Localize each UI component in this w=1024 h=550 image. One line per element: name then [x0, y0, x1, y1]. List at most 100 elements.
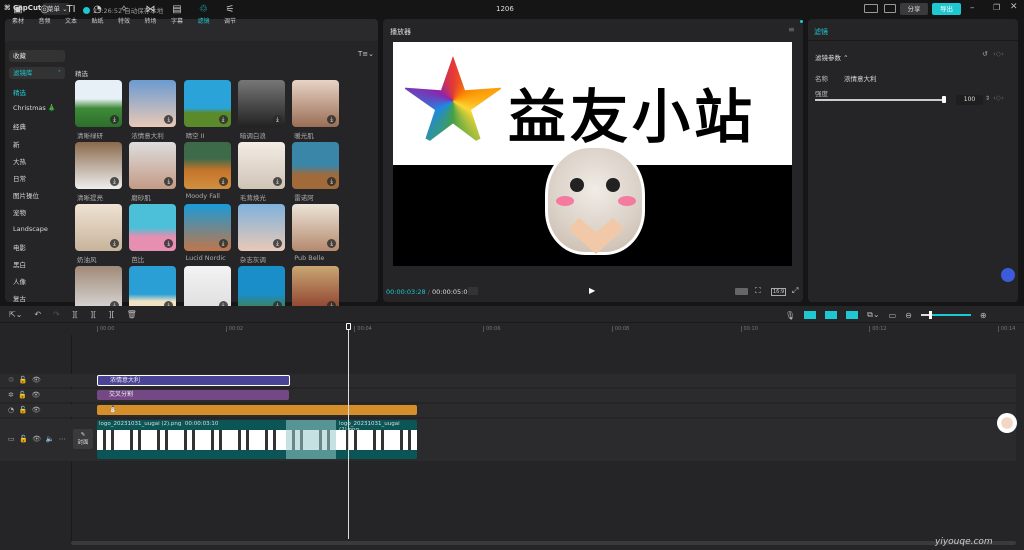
- assistant-icon[interactable]: [1001, 268, 1015, 282]
- main-track-controls[interactable]: ▭ 🔓 👁 🔈 ⋯: [8, 435, 66, 443]
- filter-thumbnail[interactable]: ⤓: [292, 204, 340, 251]
- tab-transition[interactable]: ⋈ 转场: [139, 4, 163, 25]
- download-icon[interactable]: ⤓: [164, 115, 174, 124]
- category-item[interactable]: 宠物: [13, 207, 26, 217]
- keyframe-icon[interactable]: ‹◇›: [993, 50, 1004, 58]
- download-icon[interactable]: ⤓: [272, 177, 282, 186]
- delete-icon[interactable]: 🗑: [127, 310, 137, 319]
- filter-thumbnail[interactable]: ⤓: [237, 204, 285, 251]
- download-icon[interactable]: ⤓: [218, 177, 228, 186]
- tab-text[interactable]: TI 文本: [59, 4, 83, 25]
- filter-thumbnail[interactable]: ⤓: [129, 204, 177, 251]
- category-item[interactable]: Christmas 🎄: [13, 104, 56, 112]
- category-item[interactable]: 图片操位: [13, 190, 39, 200]
- mic-icon[interactable]: 🎙: [785, 311, 795, 320]
- category-item[interactable]: Landscape: [13, 225, 48, 233]
- favorites-button[interactable]: 收藏: [9, 50, 65, 62]
- play-button[interactable]: ▶: [589, 286, 595, 295]
- select-tool-icon[interactable]: ⇱⌄: [9, 310, 22, 319]
- category-item[interactable]: 大热: [13, 156, 26, 166]
- avatar[interactable]: [997, 413, 1017, 433]
- category-item[interactable]: 人像: [13, 276, 26, 286]
- filter-library-toggle[interactable]: 滤镜库 ˄: [9, 67, 65, 79]
- playhead[interactable]: [348, 324, 349, 539]
- shortcut-icon[interactable]: [884, 4, 896, 13]
- download-icon[interactable]: ⤓: [327, 115, 337, 124]
- download-icon[interactable]: ⤓: [272, 239, 282, 248]
- filter-thumbnail[interactable]: ⤓: [129, 142, 177, 189]
- category-item[interactable]: 经典: [13, 121, 26, 131]
- minimize-button[interactable]: –: [970, 3, 975, 13]
- preview-axis-icon[interactable]: ⧉⌄: [867, 310, 879, 320]
- stepper-icon[interactable]: ⇕: [985, 95, 990, 102]
- category-item[interactable]: 电影: [13, 242, 26, 252]
- share-button[interactable]: 分享: [900, 3, 928, 15]
- download-icon[interactable]: ⤓: [164, 177, 174, 186]
- tab-caption[interactable]: ▤ 字幕: [165, 4, 189, 25]
- filter-thumbnail[interactable]: ⤓: [75, 80, 122, 127]
- filter-thumbnail[interactable]: ⤓: [292, 80, 340, 127]
- menu-icon[interactable]: ≡: [788, 25, 795, 34]
- tab-media[interactable]: ▣ 素材: [6, 4, 30, 25]
- zoom-in-icon[interactable]: ⊕: [980, 311, 987, 320]
- category-item[interactable]: 黑白: [13, 259, 26, 269]
- filter-thumbnail[interactable]: ⤓: [183, 142, 231, 189]
- video-clip[interactable]: logo_20231031_uugai (2).png 00:00:03:10 …: [97, 420, 417, 459]
- filter-thumbnail[interactable]: ⤓: [75, 204, 122, 251]
- download-icon[interactable]: ⤓: [327, 239, 337, 248]
- download-icon[interactable]: ⤓: [110, 115, 119, 124]
- transition-marker[interactable]: [286, 420, 336, 459]
- zoom-out-icon[interactable]: ⊖: [905, 311, 912, 320]
- preview-quality-icon[interactable]: [735, 288, 748, 295]
- link-main-track-icon[interactable]: [804, 311, 817, 319]
- tab-adjust[interactable]: ⚟ 调节: [218, 4, 242, 25]
- split-icon[interactable]: ][: [72, 310, 78, 319]
- keyframe-icon[interactable]: ‹◇›: [993, 94, 1004, 102]
- download-icon[interactable]: ⤓: [218, 239, 228, 248]
- download-icon[interactable]: ⤓: [110, 177, 119, 186]
- download-icon[interactable]: ⤓: [327, 177, 337, 186]
- sticker-track-controls[interactable]: ◔ 🔓 👁: [8, 406, 41, 414]
- zoom-slider[interactable]: [920, 311, 971, 319]
- redo-icon[interactable]: ↷: [53, 310, 60, 319]
- filter-params-toggle[interactable]: 滤镜参数 ⌃: [815, 52, 849, 62]
- split-left-icon[interactable]: ][: [90, 310, 96, 319]
- category-item[interactable]: 复古: [13, 293, 26, 303]
- intensity-slider-handle[interactable]: [942, 96, 946, 103]
- close-button[interactable]: ✕: [1010, 2, 1018, 12]
- reset-icon[interactable]: ↺: [982, 50, 988, 58]
- category-item[interactable]: 日常: [13, 173, 26, 183]
- download-icon[interactable]: ⤓: [272, 115, 282, 124]
- sort-icon[interactable]: T≡⌄: [358, 50, 374, 58]
- filter-thumbnail[interactable]: ⤓: [75, 142, 122, 189]
- filter-track-controls[interactable]: ♲ 🔓 👁: [8, 376, 41, 384]
- fit-icon[interactable]: ⛶: [755, 286, 761, 296]
- fullscreen-icon[interactable]: ⤢: [792, 286, 798, 296]
- filter-thumbnail[interactable]: ⤓: [292, 142, 340, 189]
- category-item[interactable]: 新: [13, 139, 20, 149]
- horizontal-scrollbar[interactable]: [71, 541, 1016, 545]
- linkage-icon[interactable]: [846, 311, 859, 319]
- download-icon[interactable]: ⤓: [218, 115, 228, 124]
- filter-thumbnail[interactable]: ⤓: [183, 80, 231, 127]
- split-right-icon[interactable]: ][: [108, 310, 114, 319]
- download-icon[interactable]: ⤓: [110, 239, 119, 248]
- tab-filter[interactable]: ♲ 滤镜: [192, 4, 216, 25]
- effect-track-controls[interactable]: ✲ 🔓 👁: [8, 391, 40, 399]
- download-icon[interactable]: ⤓: [164, 239, 174, 248]
- undo-icon[interactable]: ↶: [34, 310, 41, 319]
- fit-timeline-icon[interactable]: ▭: [889, 311, 897, 320]
- maximize-button[interactable]: ❐: [993, 3, 1000, 12]
- filter-thumbnail[interactable]: ⤓: [183, 204, 231, 251]
- intensity-input[interactable]: 100: [956, 95, 983, 105]
- category-item[interactable]: 精选: [13, 87, 26, 97]
- filter-thumbnail[interactable]: ⤓: [129, 80, 177, 127]
- cover-button[interactable]: ✎ 封面: [73, 429, 93, 449]
- layout-icon[interactable]: [864, 4, 878, 13]
- filter-thumbnail[interactable]: ⤓: [237, 142, 285, 189]
- intensity-slider[interactable]: [815, 99, 944, 101]
- tab-sticker[interactable]: ◔ 贴纸: [86, 4, 110, 25]
- filter-thumbnail[interactable]: ⤓: [237, 80, 285, 127]
- sticker-clip[interactable]: ⛄: [97, 405, 417, 415]
- ratio-button[interactable]: 16:9: [771, 288, 787, 296]
